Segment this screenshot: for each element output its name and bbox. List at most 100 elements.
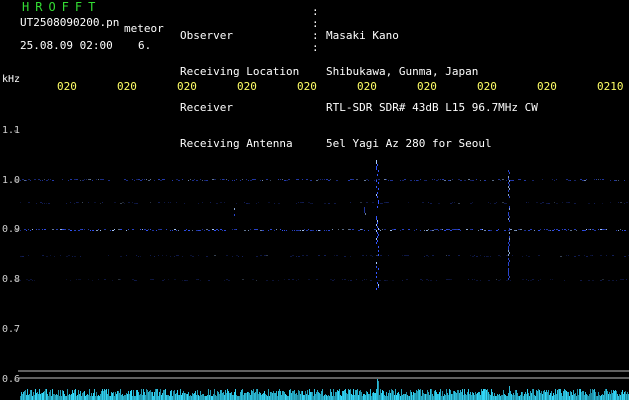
trace-bar [335,392,336,400]
signal-dot [182,179,183,180]
trace-bar [544,390,545,400]
echo-dot [234,208,235,210]
signal-dot [172,230,173,231]
signal-dot [298,179,299,180]
signal-dot [182,256,183,257]
signal-dot [260,180,261,181]
signal-dot [238,256,239,257]
trace-bar [371,396,372,400]
signal-dot [324,179,325,180]
signal-dot [588,280,590,281]
trace-bar [262,394,263,400]
signal-dot [232,229,233,230]
trace-bar [280,391,281,400]
trace-bar [87,394,88,400]
trace-bar [157,389,158,400]
trace-bar [396,395,397,400]
signal-dot [298,202,299,203]
signal-dot [426,180,427,181]
signal-dot [146,179,147,180]
signal-dot [370,255,372,256]
trace-bar [242,389,243,400]
echo-dot [508,182,509,184]
echo-dot [508,190,509,192]
trace-bar [341,396,342,400]
signal-dot [574,180,576,181]
trace-bar [211,396,212,400]
signal-dot [496,230,498,231]
signal-dot [618,180,619,181]
signal-dot [516,230,517,231]
signal-dot [202,202,203,203]
signal-dot [156,230,157,231]
signal-dot [122,202,124,203]
trace-bar [344,390,345,400]
trace-bar [167,395,168,400]
trace-bar [71,394,72,400]
trace-bar [625,391,626,400]
signal-dot [306,255,308,256]
signal-dot [362,280,363,281]
signal-dot [108,255,109,256]
trace-bar [250,395,251,400]
trace-bar [288,396,289,400]
signal-dot [442,229,443,230]
signal-dot [158,179,160,180]
signal-dot [118,279,120,280]
trace-bar [59,396,60,400]
signal-dot [458,179,460,180]
signal-dot [102,179,104,180]
signal-dot [432,230,434,231]
signal-dot [366,279,367,280]
signal-dot [434,179,435,180]
signal-dot [488,280,490,281]
signal-dot [24,229,26,230]
signal-dot [214,230,216,231]
trace-bar [258,394,259,400]
signal-dot [20,202,21,203]
signal-dot [236,255,238,256]
signal-dot [402,229,404,230]
trace-bar [170,391,171,400]
signal-dot [28,280,30,281]
trace-bar [413,392,414,400]
signal-dot [574,256,576,257]
signal-dot [550,230,551,231]
trace-bar [393,391,394,400]
trace-bar [156,389,157,400]
trace-bar [216,396,217,400]
signal-dot [176,230,177,231]
trace-bar [148,392,149,400]
trace-bar [529,396,530,400]
signal-dot [258,202,259,203]
trace-bar [351,394,352,400]
echo-dot [376,230,377,232]
signal-dot [284,180,286,181]
echo-dot [377,192,378,194]
signal-dot [296,203,297,204]
signal-dot [466,229,468,230]
trace-bar [404,394,405,400]
trace-bar [447,393,448,400]
signal-dot [554,229,555,230]
signal-dot [526,255,527,256]
signal-dot [174,229,176,230]
trace-bar [113,392,114,400]
trace-bar [558,389,559,400]
signal-dot [430,280,432,281]
signal-dot [316,279,318,280]
signal-dot [82,202,83,203]
signal-dot [470,255,471,256]
trace-bar [36,393,37,400]
signal-dot [118,229,120,230]
trace-bar [569,396,570,400]
signal-dot [568,202,570,203]
trace-bar [180,389,181,400]
trace-bar [366,391,367,400]
signal-dot [158,202,160,203]
trace-bar [224,395,225,400]
signal-dot [426,255,428,256]
trace-bar [593,390,594,400]
signal-dot [326,230,327,231]
signal-dot [350,229,351,230]
